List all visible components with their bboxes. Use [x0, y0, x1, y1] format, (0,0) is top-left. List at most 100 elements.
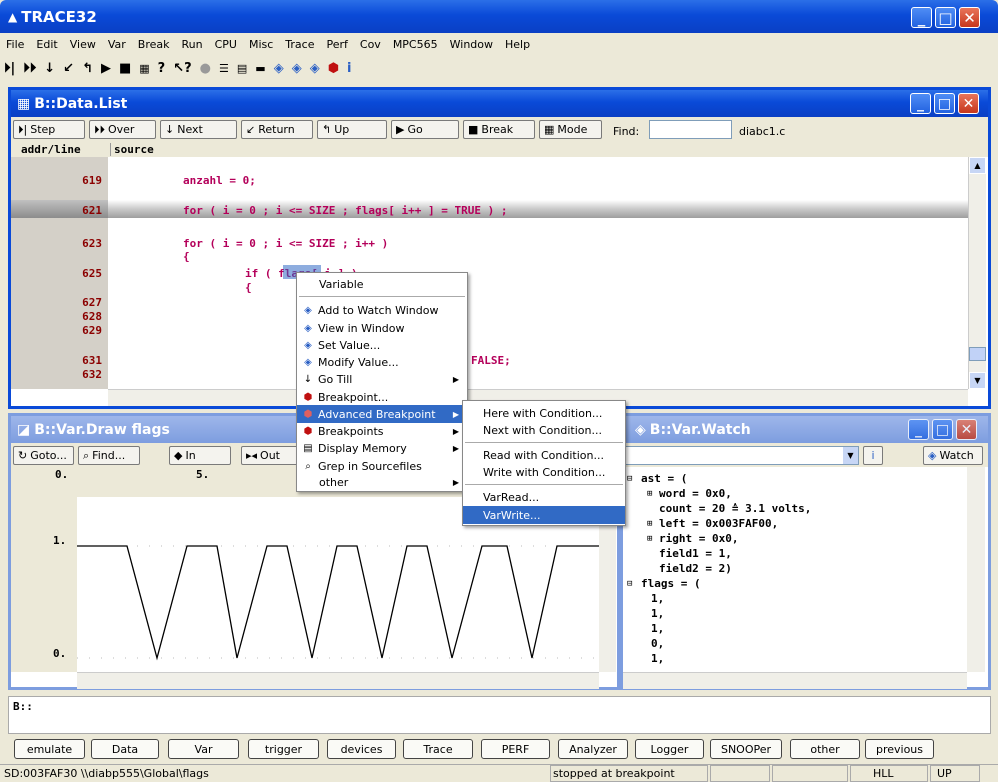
collapse-icon[interactable]: ⊟: [627, 577, 632, 592]
mode-icon[interactable]: ▦: [139, 62, 149, 75]
collapse-icon[interactable]: ⊟: [627, 472, 632, 487]
next-button[interactable]: ↓ Next: [160, 120, 237, 139]
analyzer-button[interactable]: Analyzer: [558, 739, 628, 759]
var-icon[interactable]: ◈: [310, 61, 320, 76]
stop-icon[interactable]: ●: [200, 61, 211, 76]
mode-button[interactable]: ▦ Mode: [539, 120, 602, 139]
var-button[interactable]: Var: [168, 739, 239, 759]
zoom-out-button[interactable]: ▸◂ Out: [241, 446, 301, 465]
datalist-close-button[interactable]: ✕: [958, 93, 979, 114]
menu-item-other[interactable]: other ▶: [297, 473, 467, 491]
menu-misc[interactable]: Misc: [249, 38, 273, 51]
watch-icon[interactable]: ◈: [274, 61, 284, 76]
menu-edit[interactable]: Edit: [36, 38, 57, 51]
menu-window[interactable]: Window: [450, 38, 493, 51]
menu-run[interactable]: Run: [182, 38, 203, 51]
submenu-item-varread[interactable]: VarRead...: [463, 488, 625, 506]
menu-item-modify-value[interactable]: ◈ Modify Value...: [297, 353, 467, 371]
logger-button[interactable]: Logger: [635, 739, 704, 759]
over-button[interactable]: ⏵⏵ Over: [89, 120, 156, 139]
submenu-item-next-with-condition[interactable]: Next with Condition...: [463, 421, 625, 439]
varwatch-close-button[interactable]: ✕: [956, 419, 977, 440]
expand-icon[interactable]: ⊞: [647, 487, 652, 502]
expand-icon[interactable]: ⊞: [647, 532, 652, 547]
find-button[interactable]: ⌕ Find...: [78, 446, 140, 465]
datalist-minimize-button[interactable]: _: [910, 93, 931, 114]
varwatch-vscrollbar[interactable]: [967, 467, 985, 672]
watch-line[interactable]: 1,: [651, 606, 664, 621]
watch-line[interactable]: right = 0x0,: [659, 531, 738, 546]
watch-expression-combo[interactable]: [623, 446, 859, 465]
menu-perf[interactable]: Perf: [326, 38, 347, 51]
trace-button[interactable]: Trace: [403, 739, 473, 759]
watch-line[interactable]: count = 20 ≙ 3.1 volts,: [659, 501, 811, 516]
return-button[interactable]: ↙ Return: [241, 120, 313, 139]
next-icon[interactable]: ↓: [44, 61, 55, 76]
memory-icon[interactable]: ▤: [237, 62, 247, 75]
trigger-button[interactable]: trigger: [248, 739, 319, 759]
datalist-vscrollbar[interactable]: ▲ ▼: [968, 157, 986, 389]
register-icon[interactable]: ▬: [255, 62, 265, 75]
menu-var[interactable]: Var: [108, 38, 126, 51]
submenu-item-write-with-condition[interactable]: Write with Condition...: [463, 463, 625, 481]
go-button[interactable]: ▶ Go: [391, 120, 459, 139]
watch-line[interactable]: word = 0x0,: [659, 486, 732, 501]
scroll-up-arrow[interactable]: ▲: [969, 157, 986, 174]
watch-line[interactable]: flags = (: [641, 576, 701, 591]
watch-line[interactable]: field1 = 1,: [659, 546, 732, 561]
snooper-button[interactable]: SNOOPer: [710, 739, 782, 759]
up-icon[interactable]: ↰: [82, 61, 93, 76]
menu-item-go-till[interactable]: ↓ Go Till ▶: [297, 370, 467, 388]
scroll-thumb[interactable]: [969, 347, 986, 361]
break-icon[interactable]: ■: [119, 61, 131, 76]
devices-button[interactable]: devices: [327, 739, 396, 759]
menu-item-view-in-window[interactable]: ◈ View in Window: [297, 319, 467, 337]
datalist-maximize-button[interactable]: □: [934, 93, 955, 114]
emulate-button[interactable]: emulate: [14, 739, 85, 759]
varwatch-minimize-button[interactable]: _: [908, 419, 929, 440]
menu-view[interactable]: View: [70, 38, 96, 51]
command-input[interactable]: [39, 699, 979, 715]
watch-line[interactable]: left = 0x003FAF00,: [659, 516, 778, 531]
break-button[interactable]: ■ Break: [463, 120, 535, 139]
go-icon[interactable]: ▶: [101, 61, 111, 76]
watch-line[interactable]: 1,: [651, 621, 664, 636]
menu-cov[interactable]: Cov: [360, 38, 381, 51]
varwatch-hscrollbar[interactable]: [623, 672, 967, 689]
step-button[interactable]: ⏵| Step: [13, 120, 85, 139]
watch-line[interactable]: 1,: [651, 651, 664, 666]
menu-item-advanced-breakpoint[interactable]: ⬢ Advanced Breakpoint ▶: [297, 405, 467, 423]
chevron-down-icon[interactable]: ▼: [843, 447, 858, 464]
zoom-in-button[interactable]: ◆ In: [169, 446, 231, 465]
goto-button[interactable]: ↻ Goto...: [13, 446, 74, 465]
menu-help[interactable]: Help: [505, 38, 530, 51]
context-help-icon[interactable]: ↖?: [173, 61, 191, 76]
over-icon[interactable]: ⏵⏵: [23, 61, 36, 76]
watch-button[interactable]: ◈ Watch: [923, 446, 983, 465]
menu-trace[interactable]: Trace: [285, 38, 314, 51]
submenu-item-read-with-condition[interactable]: Read with Condition...: [463, 446, 625, 464]
data-button[interactable]: Data: [91, 739, 159, 759]
help-icon[interactable]: ?: [158, 61, 166, 76]
menu-cpu[interactable]: CPU: [215, 38, 237, 51]
varwatch-maximize-button[interactable]: □: [932, 419, 953, 440]
perf-button[interactable]: PERF: [481, 739, 550, 759]
view-icon[interactable]: ◈: [292, 61, 302, 76]
menu-item-display-memory[interactable]: ▤ Display Memory ▶: [297, 439, 467, 457]
close-button[interactable]: ✕: [959, 7, 980, 28]
watch-line[interactable]: field2 = 2): [659, 561, 732, 576]
previous-button[interactable]: previous: [865, 739, 934, 759]
breakpoint-icon[interactable]: ⬢: [328, 61, 339, 76]
menu-file[interactable]: File: [6, 38, 24, 51]
watch-line[interactable]: 1,: [651, 591, 664, 606]
other-button[interactable]: other: [790, 739, 860, 759]
watch-line[interactable]: ast = (: [641, 471, 687, 486]
menu-mpc565[interactable]: MPC565: [393, 38, 438, 51]
submenu-item-here-with-condition[interactable]: Here with Condition...: [463, 404, 625, 422]
up-button[interactable]: ↰ Up: [317, 120, 387, 139]
maximize-button[interactable]: □: [935, 7, 956, 28]
submenu-item-varwrite[interactable]: VarWrite...: [463, 506, 625, 524]
vardraw-hscrollbar[interactable]: [77, 672, 599, 689]
menu-item-set-value[interactable]: ◈ Set Value...: [297, 336, 467, 354]
info-icon[interactable]: i: [347, 61, 351, 76]
